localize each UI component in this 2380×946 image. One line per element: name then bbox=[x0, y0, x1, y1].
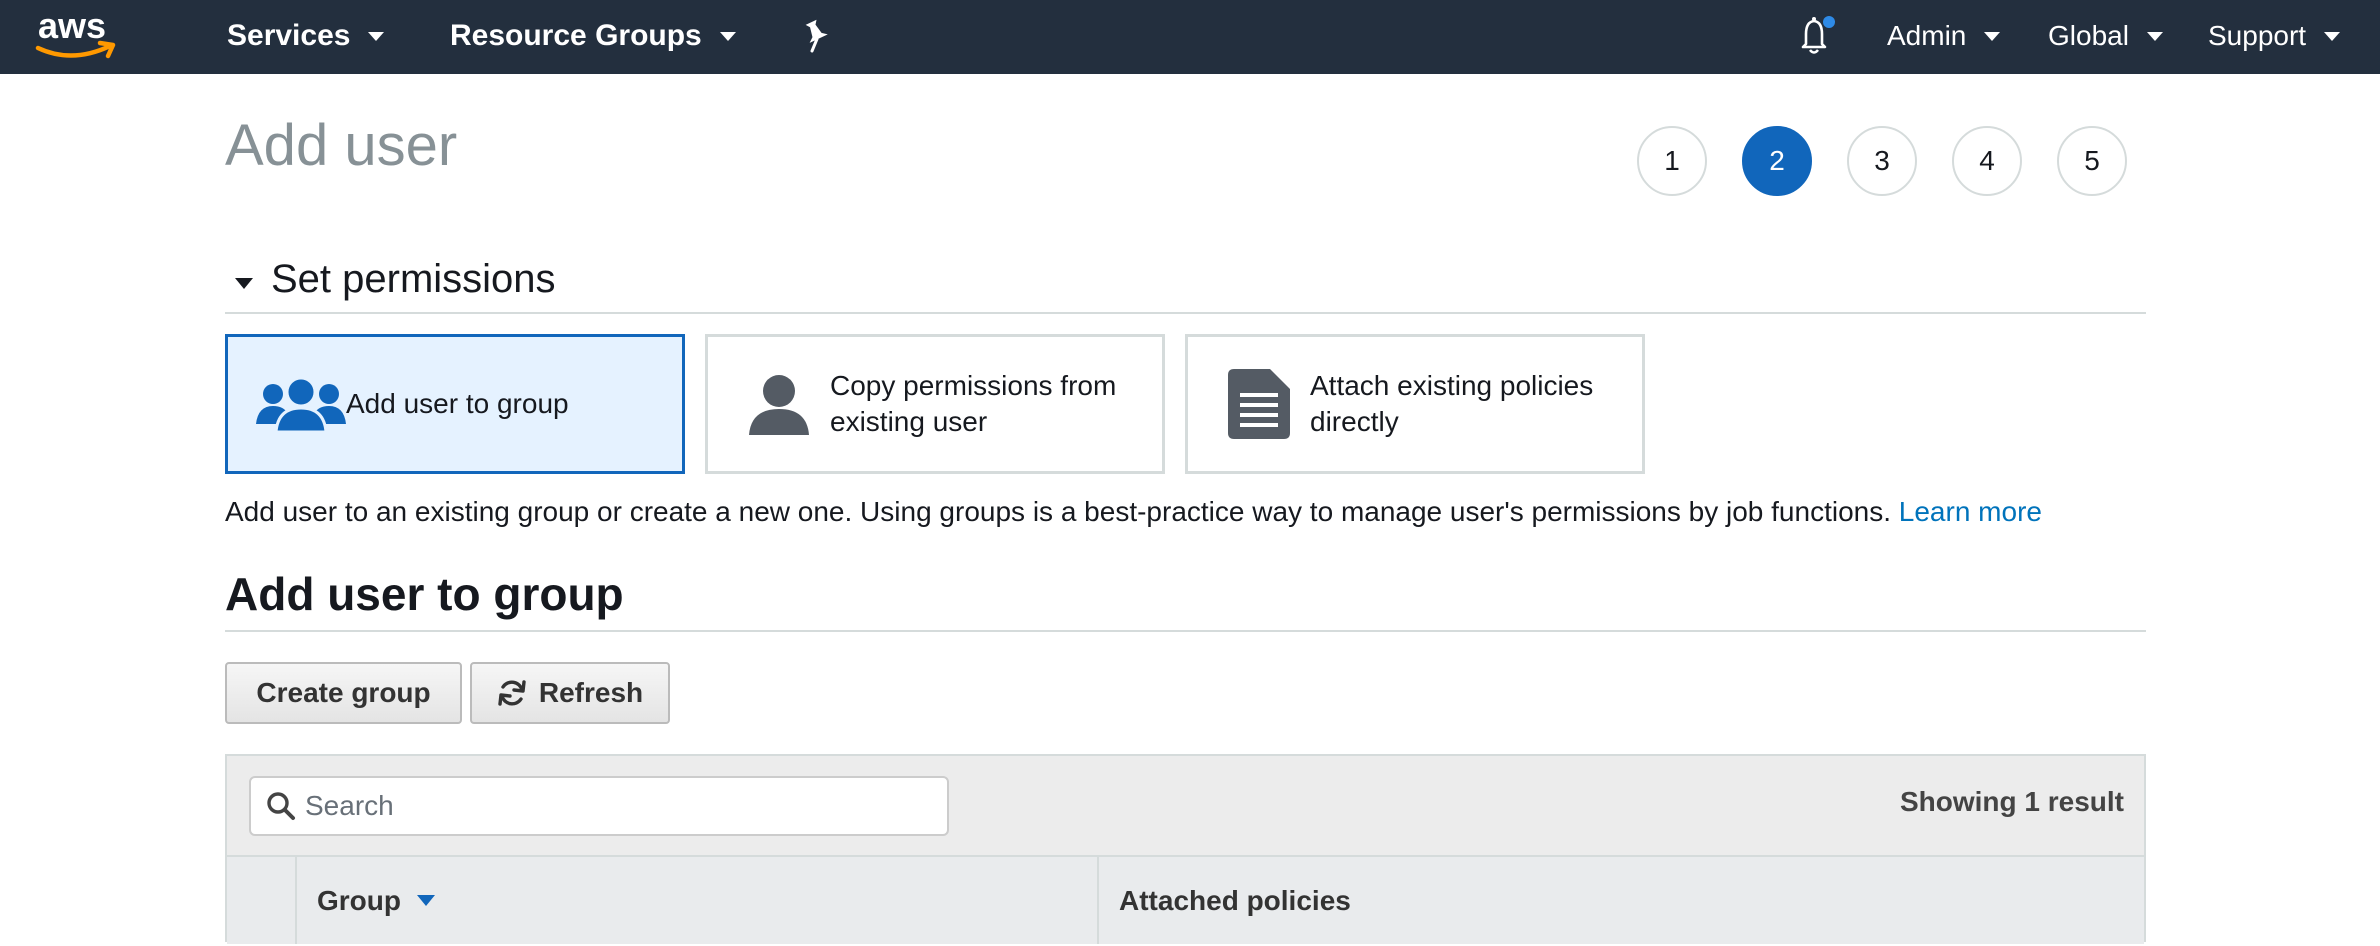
admin-menu[interactable]: Admin bbox=[1887, 14, 2001, 58]
select-column-header bbox=[227, 857, 297, 944]
refresh-icon bbox=[497, 678, 527, 708]
wizard-step-4[interactable]: 4 bbox=[1952, 126, 2022, 196]
document-icon bbox=[1208, 369, 1310, 439]
services-menu[interactable]: Services bbox=[227, 14, 385, 58]
option-add-user-to-group-label: Add user to group bbox=[346, 388, 569, 419]
create-group-button[interactable]: Create group bbox=[225, 662, 462, 724]
add-user-to-group-heading: Add user to group bbox=[225, 566, 2146, 632]
create-group-button-label: Create group bbox=[256, 677, 431, 708]
table-header-row: Group Attached policies bbox=[227, 857, 2144, 944]
notifications-bell-icon[interactable] bbox=[1796, 14, 1836, 58]
table-toolbar: Showing 1 result bbox=[227, 756, 2144, 857]
option-attach-policies[interactable]: Attach existing policies directly bbox=[1185, 334, 1645, 474]
users-group-icon bbox=[256, 374, 346, 434]
region-menu-label: Global bbox=[2048, 20, 2129, 51]
column-header-attached-policies-label: Attached policies bbox=[1119, 884, 1351, 916]
column-header-group[interactable]: Group bbox=[297, 857, 1099, 944]
search-icon bbox=[257, 791, 305, 821]
admin-menu-label: Admin bbox=[1887, 20, 1967, 51]
notification-dot bbox=[1823, 16, 1835, 28]
result-count: Showing 1 result bbox=[1899, 786, 2124, 817]
caret-down-icon bbox=[235, 278, 253, 289]
aws-logo[interactable]: aws bbox=[34, 5, 124, 64]
sort-descending-icon bbox=[417, 895, 435, 906]
search-box bbox=[249, 776, 949, 836]
services-menu-label: Services bbox=[227, 19, 351, 52]
option-attach-policies-label: Attach existing policies directly bbox=[1310, 370, 1594, 437]
top-navigation-bar: aws Services Resource Groups Admin Globa… bbox=[0, 0, 2380, 74]
resource-groups-menu[interactable]: Resource Groups bbox=[450, 14, 736, 58]
chevron-down-icon bbox=[1984, 31, 2001, 41]
chevron-down-icon bbox=[2146, 31, 2163, 41]
wizard-step-3[interactable]: 3 bbox=[1847, 126, 1917, 196]
support-menu-label: Support bbox=[2208, 20, 2307, 51]
set-permissions-heading: Set permissions bbox=[271, 257, 556, 301]
option-add-user-to-group[interactable]: Add user to group bbox=[225, 334, 685, 474]
option-copy-permissions-label: Copy permissions from existing user bbox=[830, 370, 1117, 437]
wizard-step-1[interactable]: 1 bbox=[1637, 126, 1707, 196]
support-menu[interactable]: Support bbox=[2208, 14, 2341, 58]
search-input[interactable] bbox=[305, 790, 925, 822]
refresh-button-label: Refresh bbox=[538, 677, 644, 708]
wizard-step-2[interactable]: 2 bbox=[1742, 126, 1812, 196]
chevron-down-icon bbox=[719, 31, 736, 41]
column-header-group-label: Group bbox=[317, 884, 401, 916]
aws-logo-text: aws bbox=[38, 6, 106, 46]
chevron-down-icon bbox=[368, 31, 385, 41]
wizard-step-5[interactable]: 5 bbox=[2057, 126, 2127, 196]
column-header-attached-policies: Attached policies bbox=[1099, 857, 1351, 944]
pin-icon[interactable] bbox=[798, 16, 834, 56]
set-permissions-toggle[interactable]: Set permissions bbox=[225, 256, 2146, 314]
page-title: Add user bbox=[225, 113, 458, 178]
groups-table: Showing 1 result Group Attached policies bbox=[225, 754, 2146, 944]
chevron-down-icon bbox=[2324, 31, 2341, 41]
refresh-button[interactable]: Refresh bbox=[470, 662, 670, 724]
permissions-description: Add user to an existing group or create … bbox=[225, 496, 2042, 528]
user-icon bbox=[728, 373, 830, 435]
region-menu[interactable]: Global bbox=[2048, 14, 2163, 58]
option-copy-permissions[interactable]: Copy permissions from existing user bbox=[705, 334, 1165, 474]
permissions-description-text: Add user to an existing group or create … bbox=[225, 496, 1891, 527]
learn-more-link[interactable]: Learn more bbox=[1899, 496, 2042, 527]
resource-groups-menu-label: Resource Groups bbox=[450, 19, 702, 52]
